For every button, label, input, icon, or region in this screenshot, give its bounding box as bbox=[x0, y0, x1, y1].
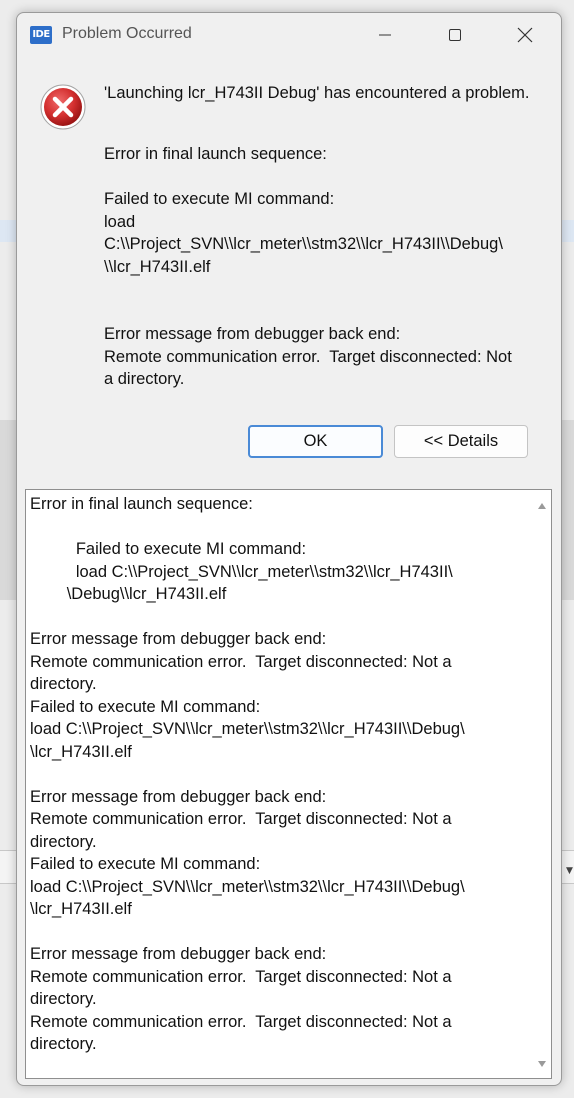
error-headline: 'Launching lcr_H743II Debug' has encount… bbox=[104, 84, 530, 102]
scroll-down-arrow-icon[interactable] bbox=[537, 1060, 547, 1068]
ide-app-icon: IDE bbox=[30, 26, 52, 44]
background-dropdown-caret-icon: ▼ bbox=[566, 866, 573, 876]
error-icon bbox=[40, 84, 86, 130]
ok-button[interactable]: OK bbox=[248, 425, 383, 458]
details-text: Error in final launch sequence: Failed t… bbox=[30, 495, 465, 1053]
close-icon bbox=[517, 27, 533, 43]
maximize-button[interactable] bbox=[433, 19, 477, 51]
scroll-up-arrow-icon[interactable] bbox=[537, 502, 547, 510]
title-bar: IDE Problem Occurred bbox=[17, 13, 561, 57]
minimize-button[interactable] bbox=[363, 19, 407, 51]
problem-dialog: IDE Problem Occurred 'Launching lcr_H743… bbox=[16, 12, 562, 1086]
details-toggle-button[interactable]: << Details bbox=[394, 425, 528, 458]
details-scrollbar[interactable] bbox=[533, 490, 551, 1078]
window-title: Problem Occurred bbox=[62, 25, 192, 42]
close-button[interactable] bbox=[503, 19, 547, 51]
error-message: Error in final launch sequence: Failed t… bbox=[104, 145, 512, 388]
minimize-icon bbox=[379, 34, 391, 36]
details-textarea[interactable]: Error in final launch sequence: Failed t… bbox=[25, 489, 552, 1079]
maximize-icon bbox=[449, 29, 461, 41]
